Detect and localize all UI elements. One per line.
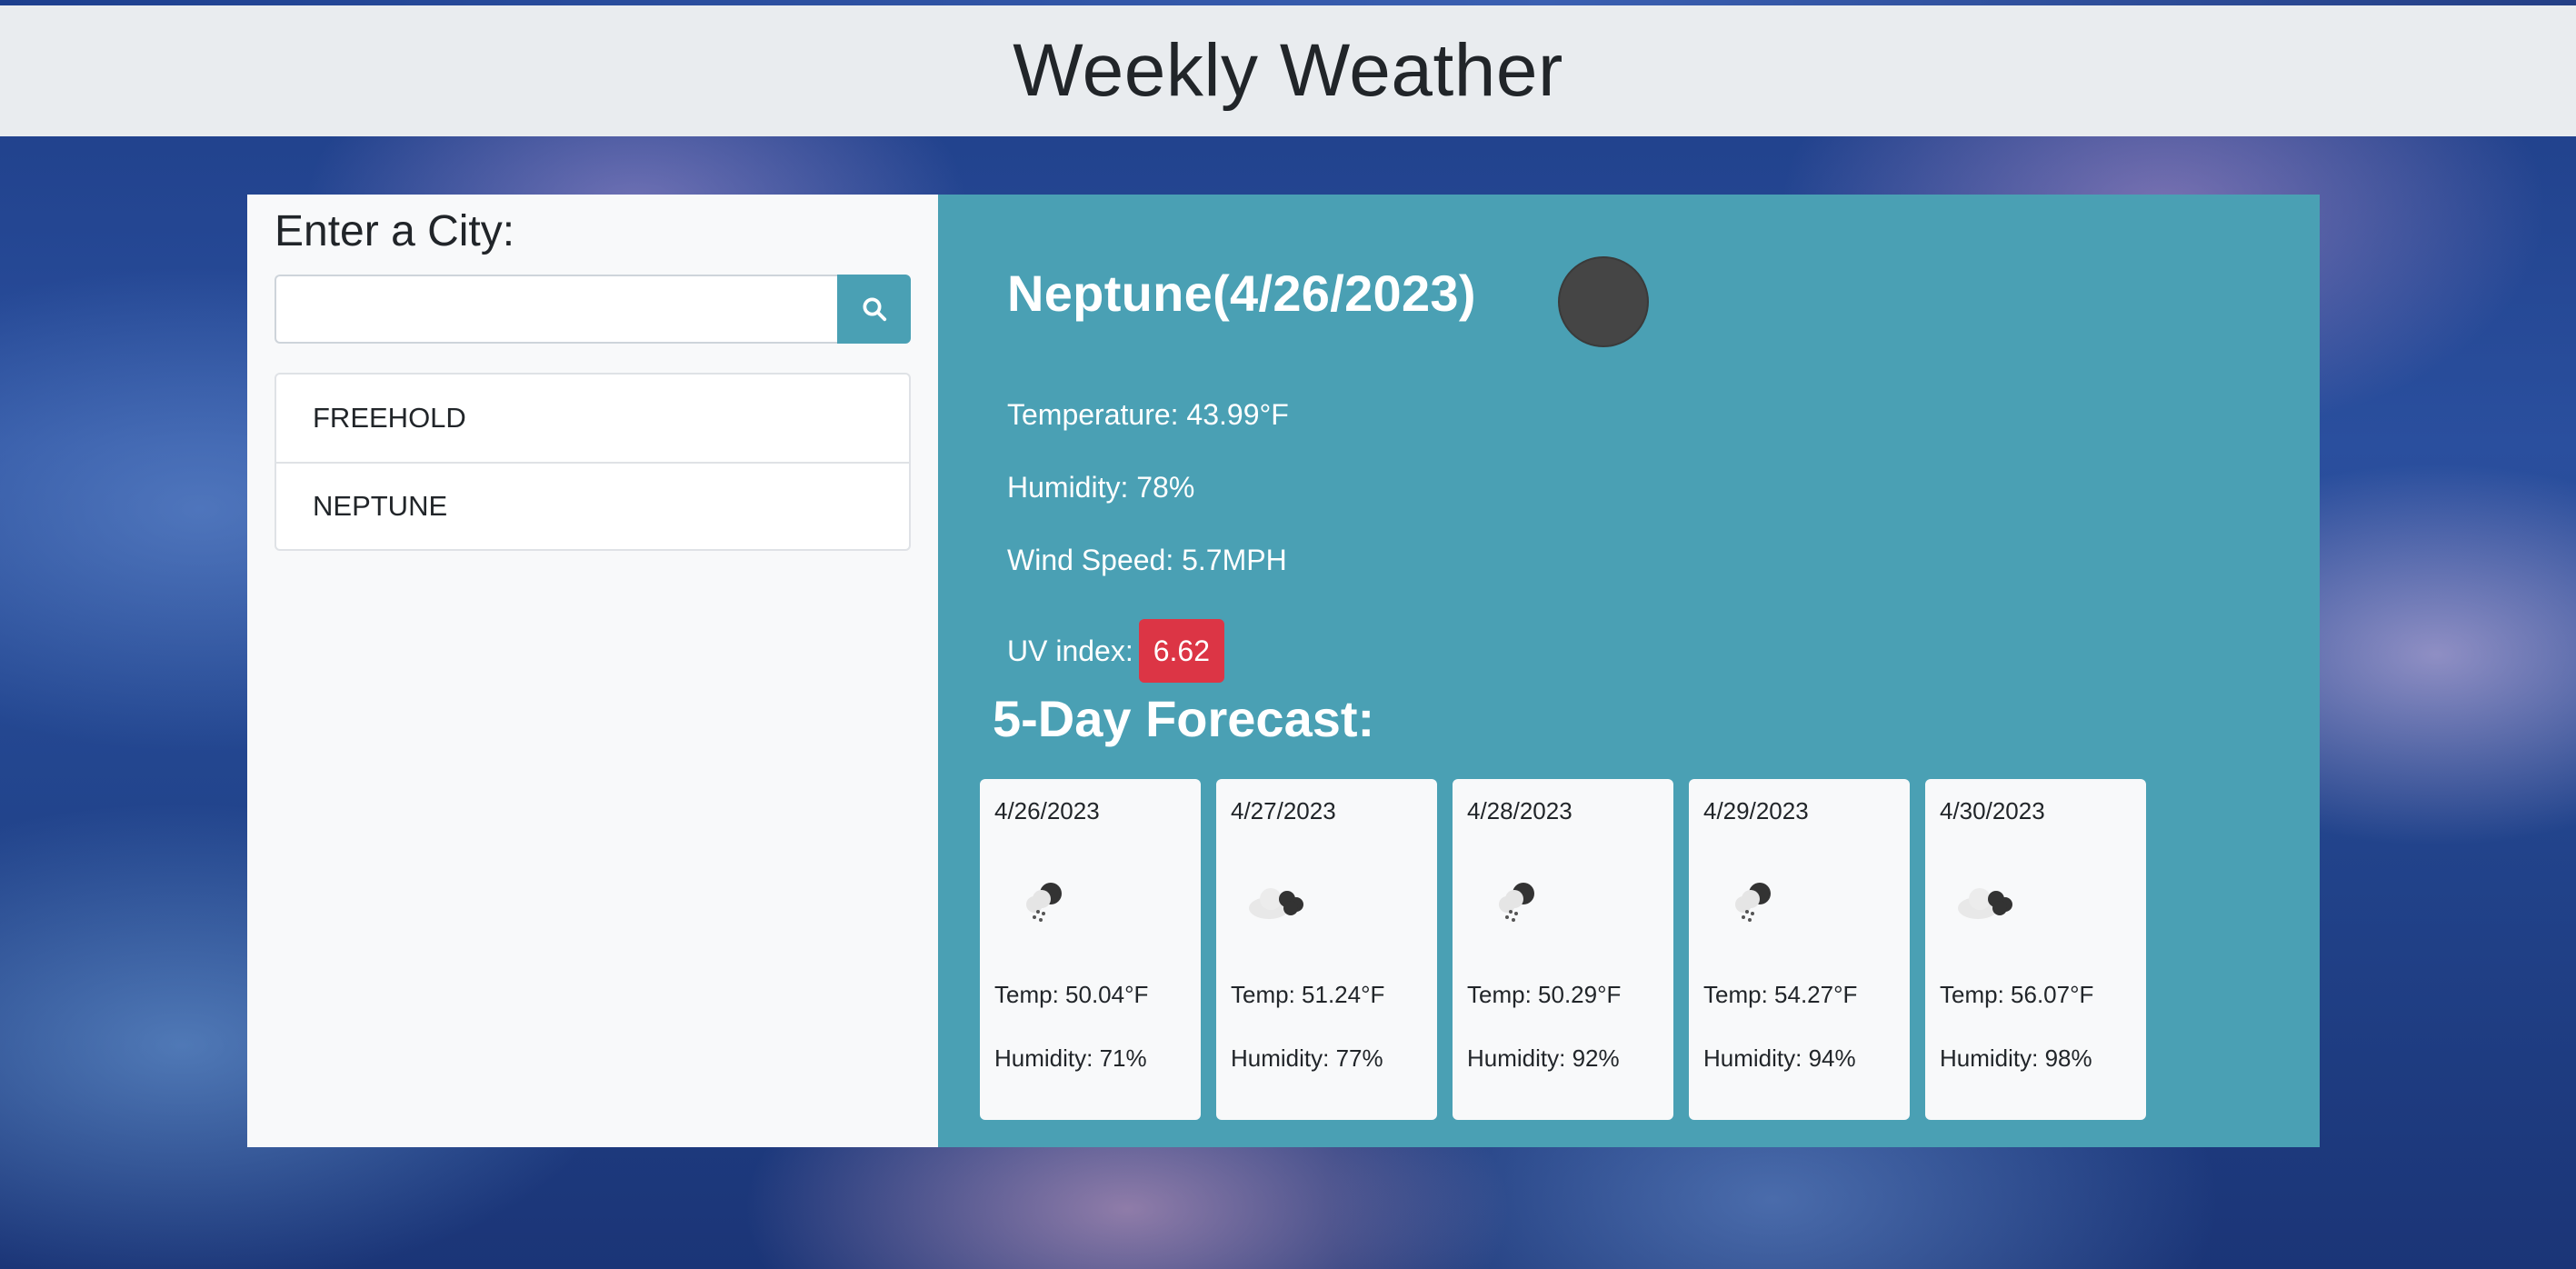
forecast-temp: Temp: 56.07°F bbox=[1940, 981, 2094, 1008]
sidebar-heading: Enter a City: bbox=[275, 207, 515, 255]
forecast-humidity: Humidity: 71% bbox=[994, 1044, 1147, 1072]
search-button[interactable] bbox=[837, 274, 911, 344]
forecast-card: 4/28/2023 Temp: 50.29°F Humidity: 92% bbox=[1453, 779, 1673, 1120]
forecast-card: 4/27/2023 Temp: 51.24°F Humidity: 77% bbox=[1216, 779, 1437, 1120]
forecast-title: 5-Day Forecast: bbox=[993, 690, 1375, 747]
rain-cloud-icon bbox=[1735, 883, 1771, 922]
page-header: Weekly Weather bbox=[0, 5, 2576, 136]
page-title: Weekly Weather bbox=[1013, 29, 1563, 112]
forecast-date: 4/26/2023 bbox=[994, 797, 1100, 824]
forecast-humidity: Humidity: 92% bbox=[1467, 1044, 1620, 1072]
uv-index-badge: 6.62 bbox=[1138, 619, 1225, 683]
forecast-date: 4/30/2023 bbox=[1940, 797, 2045, 824]
weather-panel: Neptune(4/26/2023) Temperature: 43.99°F … bbox=[938, 195, 2320, 1147]
forecast-temp: Temp: 51.24°F bbox=[1231, 981, 1385, 1008]
rain-cloud-icon bbox=[1499, 883, 1534, 922]
humidity-text: Humidity: 78% bbox=[1007, 471, 1195, 504]
forecast-card: 4/30/2023 Temp: 56.07°F Humidity: 98% bbox=[1925, 779, 2146, 1120]
current-city-row: Neptune(4/26/2023) bbox=[1007, 264, 1476, 323]
forecast-temp: Temp: 50.29°F bbox=[1467, 981, 1622, 1008]
forecast-temp: Temp: 54.27°F bbox=[1703, 981, 1858, 1008]
search-sidebar: Enter a City: FREEHOLD NEPTUNE bbox=[247, 195, 938, 1147]
rain-cloud-icon bbox=[1026, 883, 1062, 922]
history-item-neptune[interactable]: NEPTUNE bbox=[276, 461, 909, 549]
forecast-temp: Temp: 50.04°F bbox=[994, 981, 1149, 1008]
current-stats: Temperature: 43.99°F Humidity: 78% Wind … bbox=[1007, 396, 1289, 687]
cloudy-icon bbox=[1249, 888, 1303, 919]
weather-icon bbox=[1558, 256, 1649, 347]
forecast-card: 4/26/2023 Temp: 50.04°F Humidity: 71% bbox=[980, 779, 1201, 1120]
uv-index-row: UV index: 6.62 bbox=[1007, 615, 1289, 687]
forecast-date: 4/29/2023 bbox=[1703, 797, 1809, 824]
forecast-date: 4/27/2023 bbox=[1231, 797, 1336, 824]
history-item-freehold[interactable]: FREEHOLD bbox=[276, 375, 909, 462]
cloudy-icon bbox=[1958, 888, 2012, 919]
forecast-date: 4/28/2023 bbox=[1467, 797, 1573, 824]
forecast-humidity: Humidity: 98% bbox=[1940, 1044, 2092, 1072]
forecast-humidity: Humidity: 77% bbox=[1231, 1044, 1383, 1072]
temperature-text: Temperature: 43.99°F bbox=[1007, 398, 1289, 431]
forecast-card: 4/29/2023 Temp: 54.27°F Humidity: 94% bbox=[1689, 779, 1910, 1120]
current-city-date: Neptune(4/26/2023) bbox=[1007, 265, 1476, 322]
city-search-input[interactable] bbox=[275, 274, 837, 344]
forecast-humidity: Humidity: 94% bbox=[1703, 1044, 1856, 1072]
uv-index-label: UV index: bbox=[1007, 634, 1133, 667]
wind-speed-text: Wind Speed: 5.7MPH bbox=[1007, 544, 1287, 576]
search-icon bbox=[863, 297, 886, 321]
search-history-list: FREEHOLD NEPTUNE bbox=[275, 372, 911, 551]
forecast-cards: 4/26/2023 Temp: 50.04°F Humidity: 71% 4/… bbox=[980, 779, 2146, 1120]
search-bar bbox=[275, 274, 911, 344]
